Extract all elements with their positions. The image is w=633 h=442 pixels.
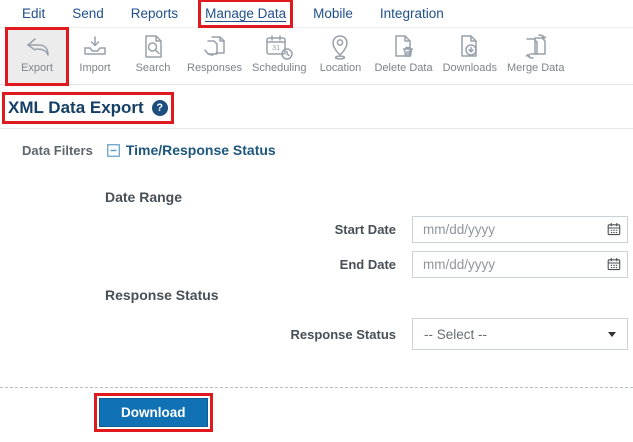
toolbar-item-export[interactable]: Export: [8, 30, 66, 83]
end-date-label: End Date: [340, 257, 396, 272]
toolbar-item-label: Search: [136, 62, 171, 74]
toolbar-item-label: Import: [79, 62, 110, 74]
nav-item-manage-data[interactable]: Manage Data: [205, 6, 286, 21]
delete-data-icon: [389, 33, 419, 61]
page-title: XML Data Export: [8, 98, 144, 118]
filter-group-title: Time/Response Status: [126, 142, 276, 158]
toolbar-item-label: Scheduling: [252, 62, 306, 74]
time-response-status-toggle[interactable]: Time/Response Status: [107, 142, 276, 158]
response-status-selected-value: -- Select --: [424, 327, 487, 342]
nav-item-edit[interactable]: Edit: [22, 6, 45, 21]
toolbar-item-delete-data[interactable]: Delete Data: [369, 30, 437, 83]
download-annotation-box: Download: [99, 398, 208, 427]
response-status-row: Response Status -- Select --: [0, 318, 628, 350]
toolbar-item-label: Merge Data: [507, 62, 564, 74]
nav-item-integration[interactable]: Integration: [380, 6, 444, 21]
response-status-label: Response Status: [291, 327, 396, 342]
toolbar-item-label: Delete Data: [374, 62, 432, 74]
help-icon[interactable]: ?: [152, 100, 168, 116]
chevron-down-icon: [608, 332, 616, 337]
start-date-label: Start Date: [335, 222, 396, 237]
top-nav: Edit Send Reports Manage Data Mobile Int…: [0, 0, 633, 28]
export-icon: [22, 33, 52, 61]
toolbar-item-label: Responses: [187, 62, 242, 74]
import-icon: [80, 33, 110, 61]
response-status-select[interactable]: -- Select --: [412, 318, 628, 350]
merge-data-icon: [521, 33, 551, 61]
start-date-row: Start Date: [0, 216, 628, 243]
toolbar-item-search[interactable]: Search: [124, 30, 182, 83]
end-date-row: End Date: [0, 251, 628, 278]
scheduling-calendar-icon: 31: [263, 33, 295, 61]
response-status-heading: Response Status: [105, 287, 633, 303]
footer-divider: [0, 387, 633, 388]
toolbar-item-label: Export: [21, 62, 53, 74]
end-date-calendar-icon[interactable]: [607, 257, 621, 271]
toolbar-item-import[interactable]: Import: [66, 30, 124, 83]
title-bar: XML Data Export ?: [0, 85, 633, 129]
end-date-input[interactable]: [412, 251, 628, 278]
title-annotation-box: XML Data Export ?: [8, 98, 168, 118]
collapse-minus-icon: [107, 144, 120, 157]
search-document-icon: [138, 33, 168, 61]
download-button[interactable]: Download: [99, 398, 208, 427]
svg-text:31: 31: [272, 43, 280, 52]
toolbar-item-location[interactable]: Location: [311, 30, 369, 83]
start-date-input[interactable]: [412, 216, 628, 243]
manage-data-toolbar: Export Import Search Re: [0, 28, 633, 85]
toolbar-item-label: Location: [320, 62, 362, 74]
location-pin-icon: [325, 33, 355, 61]
toolbar-item-scheduling[interactable]: 31 Scheduling: [247, 30, 311, 83]
start-date-calendar-icon[interactable]: [607, 222, 621, 236]
downloads-icon: [455, 33, 485, 61]
nav-item-reports[interactable]: Reports: [131, 6, 178, 21]
nav-item-send[interactable]: Send: [72, 6, 104, 21]
toolbar-item-merge-data[interactable]: Merge Data: [502, 30, 569, 83]
data-filters-row: Data Filters Time/Response Status: [22, 142, 633, 158]
data-filters-label: Data Filters: [22, 143, 93, 158]
toolbar-item-responses[interactable]: Responses: [182, 30, 247, 83]
nav-item-mobile[interactable]: Mobile: [313, 6, 353, 21]
responses-icon: [200, 33, 230, 61]
toolbar-item-downloads[interactable]: Downloads: [438, 30, 502, 83]
date-range-heading: Date Range: [105, 189, 633, 205]
toolbar-item-label: Downloads: [443, 62, 497, 74]
